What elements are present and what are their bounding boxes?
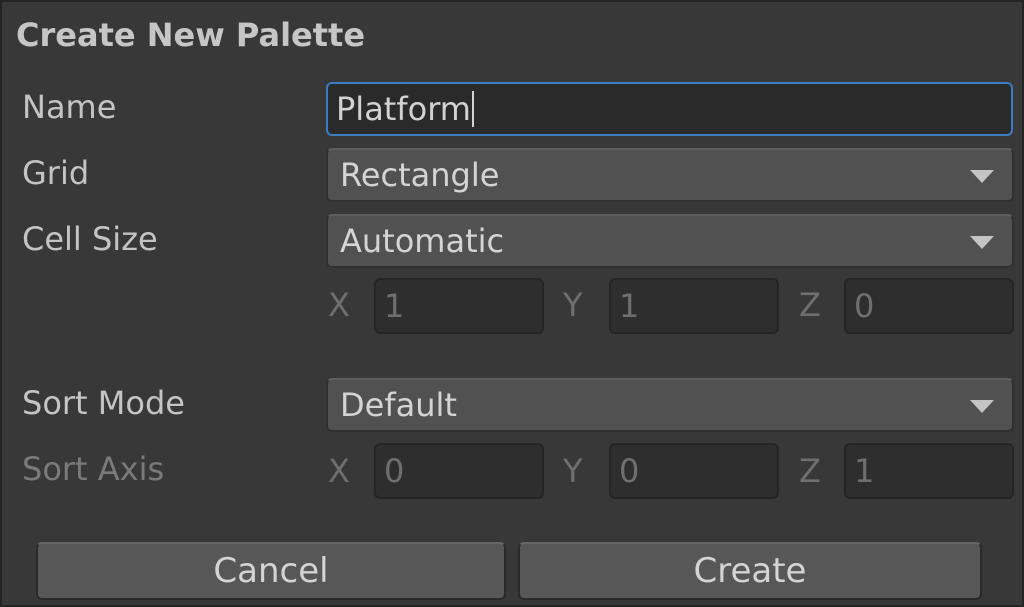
- sort-axis-x-label: X: [328, 452, 350, 490]
- text-caret: [471, 91, 474, 127]
- cell-size-x-label: X: [328, 286, 350, 324]
- sort-axis-x-field: 0: [374, 443, 544, 499]
- grid-label: Grid: [22, 154, 90, 192]
- sort-mode-label: Sort Mode: [22, 384, 185, 422]
- sort-axis-label: Sort Axis: [22, 450, 165, 488]
- grid-dropdown[interactable]: Rectangle: [326, 148, 1014, 202]
- cell-size-label: Cell Size: [22, 220, 158, 258]
- cell-size-y-label: Y: [563, 286, 583, 324]
- name-input[interactable]: Platform: [326, 82, 1013, 136]
- create-palette-dialog: Create New Palette Name Platform Grid Re…: [0, 0, 1024, 607]
- cell-size-z-field: 0: [844, 278, 1014, 334]
- cell-size-x-field: 1: [374, 278, 544, 334]
- dialog-title: Create New Palette: [16, 16, 366, 54]
- sort-axis-z-label: Z: [799, 452, 821, 490]
- create-button[interactable]: Create: [518, 542, 982, 600]
- triangle-down-icon: [970, 400, 994, 413]
- sort-mode-dropdown-value: Default: [340, 386, 457, 424]
- name-input-value: Platform: [336, 90, 471, 128]
- grid-dropdown-value: Rectangle: [340, 156, 500, 194]
- cancel-button[interactable]: Cancel: [36, 542, 506, 600]
- cell-size-y-field: 1: [609, 278, 779, 334]
- cell-size-dropdown-value: Automatic: [340, 222, 505, 260]
- sort-axis-y-label: Y: [563, 452, 583, 490]
- triangle-down-icon: [970, 236, 994, 249]
- sort-axis-y-field: 0: [609, 443, 779, 499]
- sort-axis-z-field: 1: [844, 443, 1014, 499]
- cell-size-z-label: Z: [799, 286, 821, 324]
- triangle-down-icon: [970, 170, 994, 183]
- name-label: Name: [22, 88, 117, 126]
- sort-mode-dropdown[interactable]: Default: [326, 378, 1014, 432]
- cell-size-dropdown[interactable]: Automatic: [326, 214, 1014, 268]
